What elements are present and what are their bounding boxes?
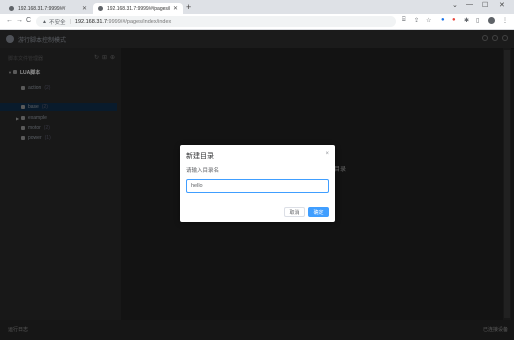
new-tab-button[interactable]: + (186, 3, 191, 12)
reload-button[interactable]: C (26, 17, 31, 24)
close-icon[interactable]: × (325, 151, 329, 157)
ext-blue-icon[interactable]: ● (441, 17, 445, 23)
tab-title: 192.168.31.7:9999/#/ (18, 5, 66, 12)
security-label[interactable]: 不安全 (49, 18, 66, 26)
translate-icon[interactable]: ⌸ (402, 17, 406, 24)
star-icon[interactable]: ☆ (426, 17, 431, 24)
browser-tab-strip: 192.168.31.7:9999/#/ ✕ 192.168.31.7:9999… (0, 0, 514, 14)
browser-tab-1[interactable]: 192.168.31.7:9999/#/ ✕ (4, 3, 92, 14)
forward-button[interactable]: → (16, 17, 23, 24)
url-host: 192.168.31.7 (74, 18, 108, 25)
new-directory-dialog: 新建目录 × 请输入目录名 取消 确定 (180, 145, 335, 222)
background-text: 目录 (334, 167, 347, 173)
maximize-button[interactable]: ☐ (482, 1, 488, 9)
directory-name-input[interactable] (186, 179, 329, 193)
url-field[interactable]: ▲ 不安全 | 192.168.31.7 :9999/#/pages/index… (36, 16, 396, 27)
chevron-down-icon[interactable]: ⌄ (452, 1, 458, 9)
puzzle-icon[interactable]: ✱ (464, 17, 469, 24)
globe-icon (98, 6, 103, 11)
close-tab-icon[interactable]: ✕ (82, 5, 87, 12)
back-button[interactable]: ← (6, 17, 13, 24)
url-path: :9999/#/pages/index/index (107, 18, 172, 25)
tab-title: 192.168.31.7:9999/#/pages/in... (107, 5, 170, 12)
address-bar: ← → C ▲ 不安全 | 192.168.31.7 :9999/#/pages… (0, 14, 514, 30)
close-window-button[interactable]: ✕ (499, 1, 505, 9)
close-tab-icon[interactable]: ✕ (173, 5, 178, 12)
share-icon[interactable]: ⇪ (414, 17, 419, 24)
ext-red-icon[interactable]: ● (452, 17, 456, 23)
browser-tab-2[interactable]: 192.168.31.7:9999/#/pages/in... ✕ (93, 3, 183, 14)
warning-icon: ▲ (42, 18, 47, 25)
profile-avatar[interactable] (488, 17, 495, 24)
dialog-message: 请输入目录名 (186, 168, 220, 174)
url-separator: | (69, 18, 71, 25)
dialog-title: 新建目录 (186, 153, 214, 160)
menu-icon[interactable]: ⋮ (502, 17, 508, 24)
sidepanel-icon[interactable]: ▯ (476, 17, 479, 24)
cancel-button[interactable]: 取消 (284, 207, 305, 217)
minimize-button[interactable]: — (466, 1, 473, 8)
globe-icon (9, 6, 14, 11)
confirm-button[interactable]: 确定 (308, 207, 329, 217)
